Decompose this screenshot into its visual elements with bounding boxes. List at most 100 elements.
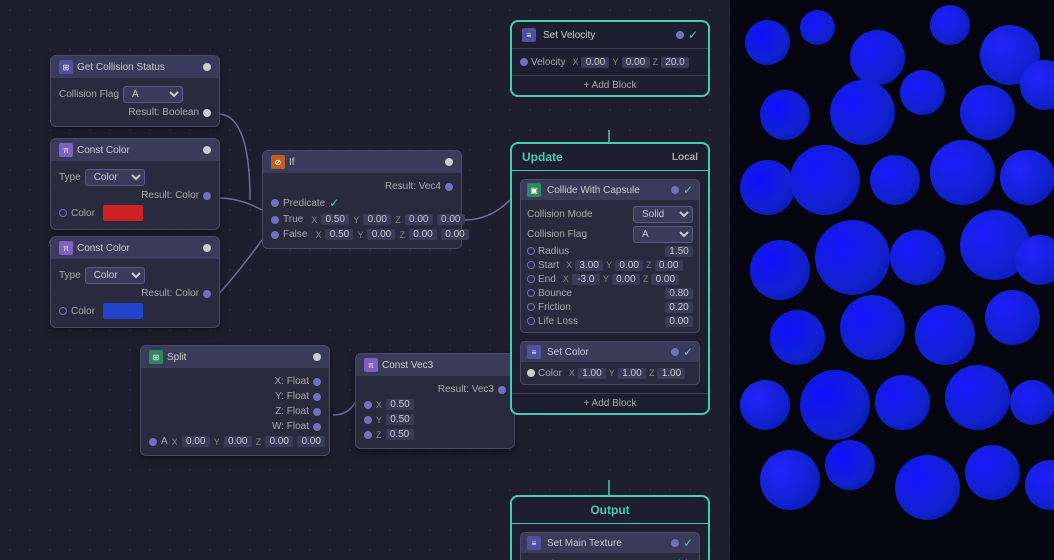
if-header: ⊘ If xyxy=(263,151,461,173)
vel-z-val: 20.0 xyxy=(661,57,689,68)
if-true-x: 0.50 xyxy=(321,214,349,225)
const-color-1-type-row: Type Color xyxy=(59,167,211,188)
if-true-y: 0.00 xyxy=(363,214,391,225)
start-y: 0.00 xyxy=(615,260,643,271)
collide-capsule-dot[interactable] xyxy=(671,186,679,194)
const-vec3-node: π Const Vec3 Result: Vec3 X 0.50 Y 0.50 … xyxy=(355,353,515,449)
split-x-float-row: X: Float xyxy=(149,374,321,389)
update-header: Update Local xyxy=(512,144,708,171)
end-z: 0.00 xyxy=(651,274,679,285)
set-color-subnode: ≡ Set Color ✓ Color X 1.00 Y xyxy=(520,341,700,385)
node-editor[interactable]: Cor Cob ⊞ Get Collision Status Collision… xyxy=(0,0,730,560)
const-vec3-body: Result: Vec3 X 0.50 Y 0.50 Z 0.50 xyxy=(356,376,514,448)
friction-row: Friction 0.20 xyxy=(527,300,693,314)
viewport-bubble xyxy=(1010,380,1054,425)
set-color-label: Color xyxy=(538,368,562,379)
if-title: If xyxy=(289,157,295,168)
const-color-1-swatch[interactable] xyxy=(103,205,143,221)
split-w-socket xyxy=(313,423,321,431)
viewport-bubble xyxy=(830,80,895,145)
set-color-dot[interactable] xyxy=(671,348,679,356)
radius-row: Radius 1.50 xyxy=(527,244,693,258)
vel-y-label: Y xyxy=(612,57,618,67)
const-vec3-y-label: Y xyxy=(376,415,382,425)
vel-y-val: 0.00 xyxy=(622,57,650,68)
const-color-2-result-socket xyxy=(203,290,211,298)
set-main-texture-dot[interactable] xyxy=(671,539,679,547)
start-z: 0.00 xyxy=(655,260,683,271)
split-y-float-label: Y: Float xyxy=(275,391,309,402)
const-color-1-icon: π xyxy=(59,143,73,157)
if-body: Result: Vec4 Predicate ✓ True X 0.50 Y 0… xyxy=(263,173,461,248)
friction-val: 0.20 xyxy=(665,302,693,313)
get-collision-settings-dot[interactable] xyxy=(203,63,211,71)
split-dot[interactable] xyxy=(313,353,321,361)
set-velocity-add-block[interactable]: + Add Block xyxy=(512,75,708,95)
velocity-socket xyxy=(520,58,528,66)
if-settings-dot[interactable] xyxy=(445,158,453,166)
if-false-row: False X 0.50 Y 0.00 Z 0.00 0.00 xyxy=(271,227,453,242)
viewport-bubble xyxy=(915,305,975,365)
const-color-2-swatch[interactable] xyxy=(103,303,143,319)
const-color-1-color-row: Color xyxy=(59,203,211,223)
radius-label: Radius xyxy=(538,246,569,257)
viewport-bubble xyxy=(740,380,790,430)
split-body: X: Float Y: Float Z: Float W: Float A X … xyxy=(141,368,329,455)
if-predicate-check: ✓ xyxy=(329,196,339,210)
sc-y-label: Y xyxy=(609,368,615,378)
bounce-label: Bounce xyxy=(538,288,572,299)
if-true-w: 0.00 xyxy=(437,214,465,225)
type-select-1[interactable]: Color xyxy=(85,169,145,186)
const-color-1-header: π Const Color xyxy=(51,139,219,161)
life-loss-socket xyxy=(527,317,535,325)
update-node: Update Local ▣ Collide With Capsule ✓ xyxy=(510,142,710,415)
split-z-socket xyxy=(313,408,321,416)
split-icon: ⊞ xyxy=(149,350,163,364)
get-collision-status-header: ⊞ Get Collision Status xyxy=(51,56,219,78)
collision-result-socket xyxy=(203,109,211,117)
viewport-bubble xyxy=(815,220,890,295)
set-velocity-dot[interactable] xyxy=(676,31,684,39)
end-label: End xyxy=(538,274,556,285)
end-y: 0.00 xyxy=(612,274,640,285)
split-a-x-label: X xyxy=(172,437,178,447)
const-color-2-result-row: Result: Color xyxy=(59,286,211,301)
if-true-x-label: X xyxy=(311,215,317,225)
split-w-float-row: W: Float xyxy=(149,419,321,434)
get-collision-icon: ⊞ xyxy=(59,60,73,74)
viewport-bubble xyxy=(1015,235,1054,285)
set-velocity-header: ≡ Set Velocity ✓ xyxy=(512,22,708,49)
const-color-2-result: Result: Color xyxy=(141,288,199,299)
const-vec3-title: Const Vec3 xyxy=(382,360,433,371)
split-a-w: 0.00 xyxy=(297,436,325,447)
set-color-title: Set Color xyxy=(547,347,589,358)
const-color-1-dot[interactable] xyxy=(203,146,211,154)
collision-flag-select[interactable]: A xyxy=(123,86,183,103)
set-color-check: ✓ xyxy=(683,345,693,359)
coll-flag-select[interactable]: A xyxy=(633,226,693,243)
set-color-row: Color X 1.00 Y 1.00 Z 1.00 xyxy=(527,366,693,380)
const-vec3-z-socket xyxy=(364,431,372,439)
output-body: ≡ Set Main Texture ✓ Main Texture VEX Pa… xyxy=(512,532,708,560)
const-color-2-dot[interactable] xyxy=(203,244,211,252)
if-false-z-label: Z xyxy=(399,230,405,240)
const-vec3-y-val: 0.50 xyxy=(386,414,414,425)
const-color-1-title: Const Color xyxy=(77,145,130,156)
const-color-1-result-row: Result: Color xyxy=(59,188,211,203)
split-a-y: 0.00 xyxy=(224,436,252,447)
viewport-bubble xyxy=(745,20,790,65)
const-vec3-z-label: Z xyxy=(376,430,382,440)
life-loss-label: Life Loss xyxy=(538,316,578,327)
const-vec3-y-row: Y 0.50 xyxy=(364,412,506,427)
sc-z-label: Z xyxy=(649,368,655,378)
split-y-socket xyxy=(313,393,321,401)
sc-y-val: 1.00 xyxy=(618,368,646,379)
if-false-x-label: X xyxy=(315,230,321,240)
type-select-2[interactable]: Color xyxy=(85,267,145,284)
const-vec3-z-val: 0.50 xyxy=(386,429,414,440)
viewport-bubble xyxy=(875,375,930,430)
if-predicate-label: Predicate xyxy=(283,198,325,209)
collision-mode-select[interactable]: Solid xyxy=(633,206,693,223)
update-add-block[interactable]: + Add Block xyxy=(512,393,708,413)
viewport-bubble xyxy=(890,230,945,285)
